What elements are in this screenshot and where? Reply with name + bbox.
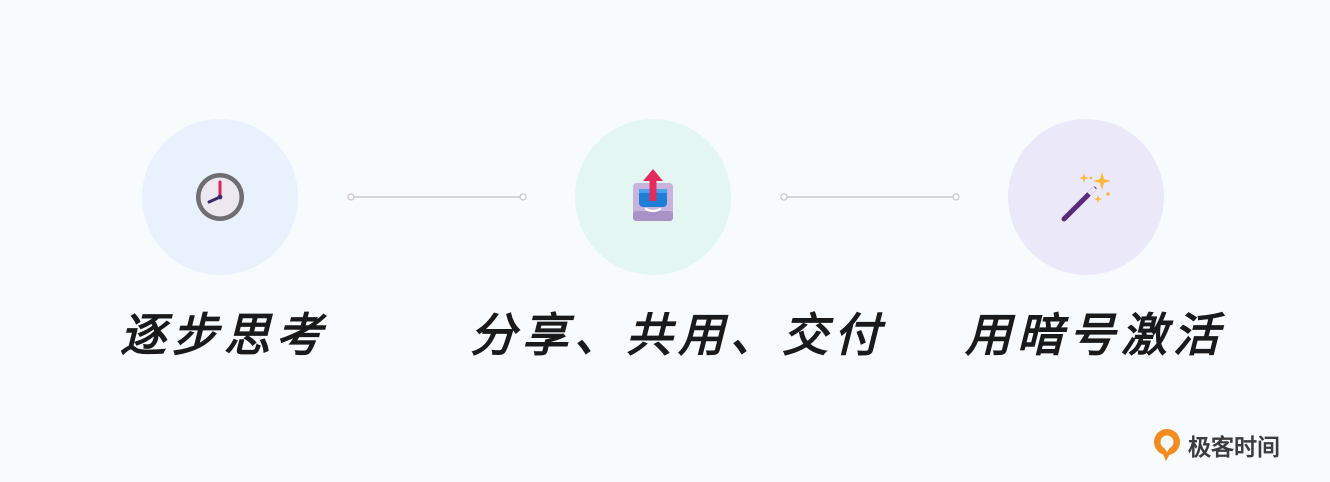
connector-line-2 xyxy=(780,193,960,201)
brand-name: 极客时间 xyxy=(1188,435,1280,461)
step-2-circle xyxy=(575,119,731,275)
clock-icon xyxy=(196,173,244,221)
upload-tray-icon xyxy=(633,169,673,221)
step-1-label: 逐步思考 xyxy=(120,308,328,362)
geektime-logo-icon xyxy=(1154,429,1180,461)
step-2-label: 分享、共用、交付 xyxy=(470,308,886,362)
brand-logo: 极客时间 xyxy=(1152,427,1280,463)
step-3-label: 用暗号激活 xyxy=(965,308,1225,362)
magic-wand-icon xyxy=(1061,172,1111,222)
step-1-circle xyxy=(142,119,298,275)
step-3-circle xyxy=(1008,119,1164,275)
connector-line-1 xyxy=(347,193,527,201)
